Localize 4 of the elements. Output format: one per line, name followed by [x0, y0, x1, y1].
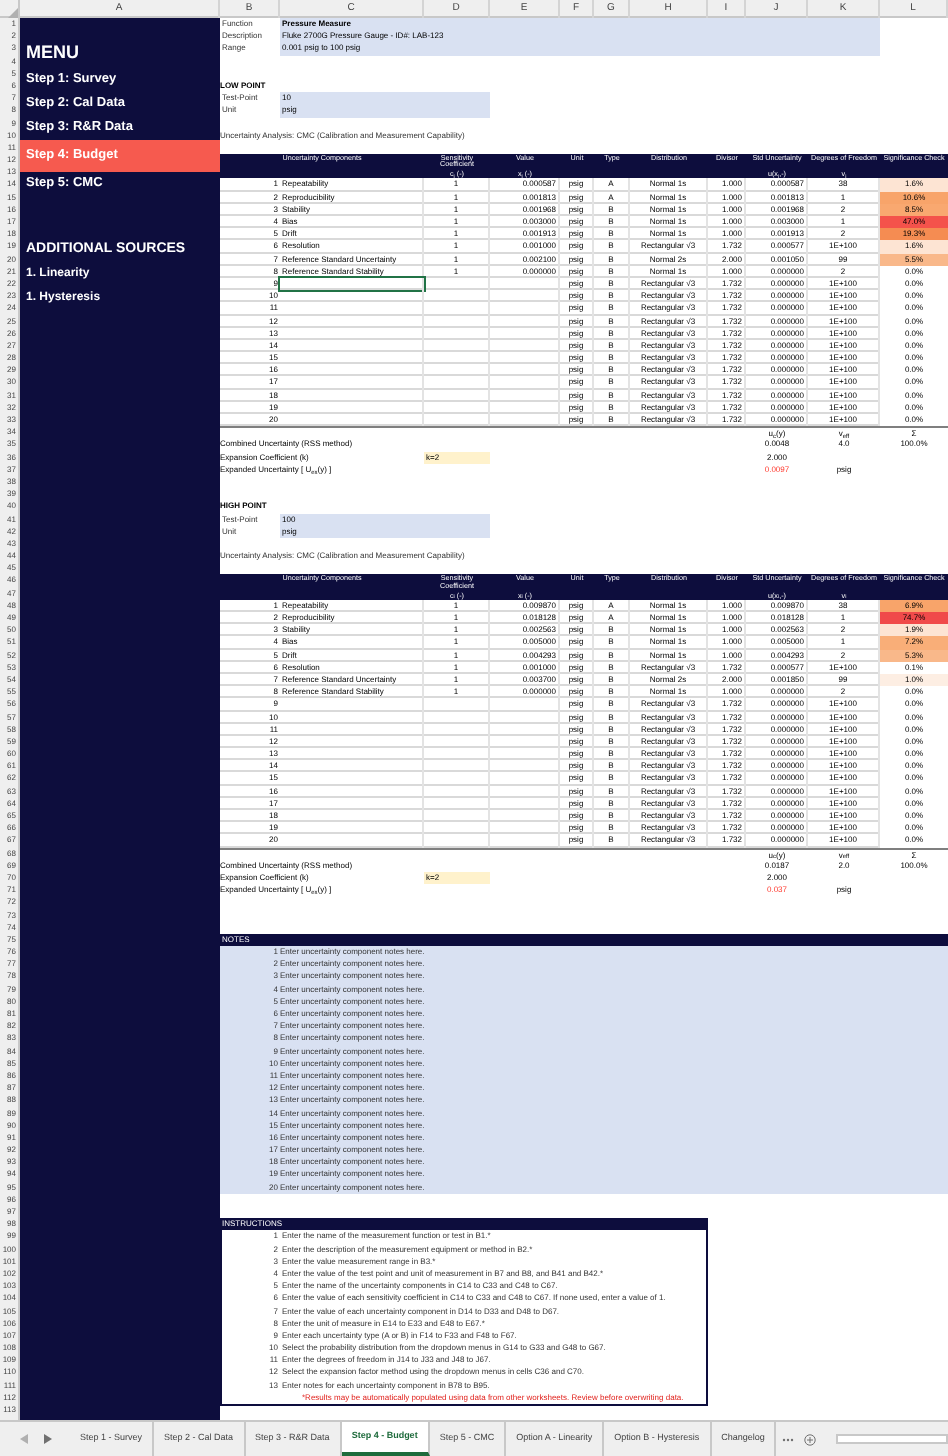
horizontal-scrollbar[interactable] [836, 1434, 948, 1444]
next-sheet-icon[interactable] [43, 1434, 51, 1444]
menu-title: MENU [24, 40, 81, 66]
add-sheet-icon[interactable] [804, 1433, 817, 1445]
